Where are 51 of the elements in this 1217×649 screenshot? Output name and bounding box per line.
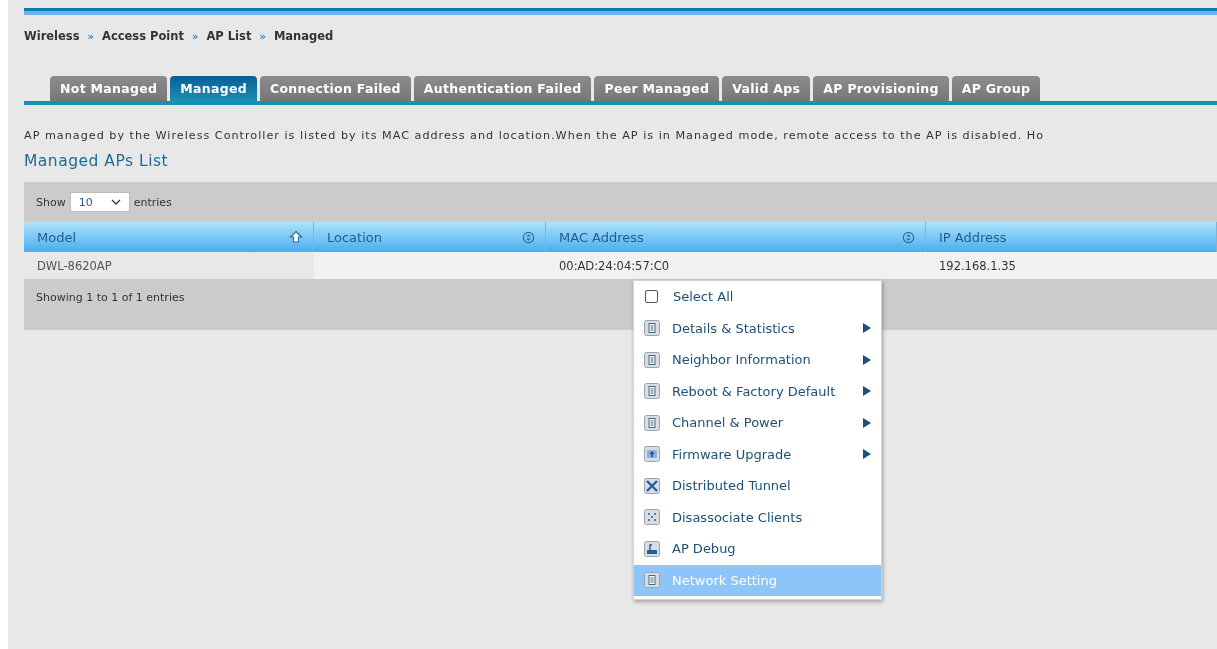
crossed-arrows-icon (644, 477, 660, 494)
show-label: Show (36, 195, 66, 209)
tab[interactable]: AP Group (951, 76, 1041, 101)
tab[interactable]: AP Provisioning (813, 76, 949, 101)
dots-icon (644, 509, 660, 526)
document-icon (644, 320, 660, 337)
menu-item[interactable]: Disassociate Clients (634, 501, 881, 533)
menu-item[interactable]: AP Debug (634, 533, 881, 565)
tab[interactable]: Authentication Failed (413, 76, 592, 101)
tab[interactable]: Managed (170, 76, 257, 101)
sort-icon (522, 230, 535, 244)
menu-item[interactable]: Channel & Power (634, 407, 881, 439)
tab[interactable]: Peer Managed (594, 76, 720, 101)
menu-item[interactable]: Distributed Tunnel (634, 470, 881, 502)
tab[interactable]: Valid Aps (722, 76, 811, 101)
document-icon (644, 383, 660, 400)
breadcrumb-separator: » (87, 30, 94, 42)
entries-select[interactable]: 10 (69, 192, 130, 212)
tab[interactable]: Not Managed (50, 76, 168, 101)
menu-item[interactable]: Details & Statistics (634, 312, 881, 344)
menu-item[interactable]: Reboot & Factory Default (634, 375, 881, 407)
document-icon (644, 414, 660, 431)
breadcrumb-link[interactable]: Access Point (102, 29, 184, 43)
table-cell: DWL-8620AP (24, 252, 314, 279)
breadcrumb-link[interactable]: Managed (273, 29, 334, 43)
checkbox[interactable] (645, 290, 658, 304)
sort-icon (902, 230, 915, 244)
table-info: Showing 1 to 1 of 1 entries (36, 291, 185, 304)
entries-label: entries (133, 195, 172, 209)
table-cell: 192.168.1.35 (926, 252, 1217, 279)
tab[interactable]: Connection Failed (259, 76, 411, 101)
column-header[interactable]: Location (314, 222, 546, 252)
breadcrumb-separator: » (259, 30, 266, 42)
breadcrumb-link[interactable]: Wireless (24, 29, 80, 43)
menu-item[interactable]: Select All (634, 281, 881, 313)
column-header[interactable]: MAC Address (546, 222, 926, 252)
upload-icon (644, 446, 660, 463)
column-header[interactable]: Model (24, 222, 314, 252)
document-icon (644, 351, 660, 368)
description-text: AP managed by the Wireless Controller is listed by its MAC address and location.When the AP is in Managed mode, remote access to the AP is disabled. Ho (24, 129, 1045, 142)
breadcrumb-separator: » (192, 30, 199, 42)
menu-item[interactable]: Neighbor Information (634, 344, 881, 376)
menu-item[interactable]: Firmware Upgrade (634, 438, 881, 470)
chevron-down-icon (110, 199, 121, 205)
document-icon (644, 572, 660, 589)
section-title: Managed APs List (24, 152, 170, 170)
device-icon (644, 540, 660, 557)
breadcrumb-link[interactable]: AP List (206, 29, 252, 43)
table-cell: 00:AD:24:04:57:C0 (546, 252, 926, 279)
column-header[interactable]: IP Address (926, 222, 1217, 252)
sort-up-icon (289, 230, 303, 244)
